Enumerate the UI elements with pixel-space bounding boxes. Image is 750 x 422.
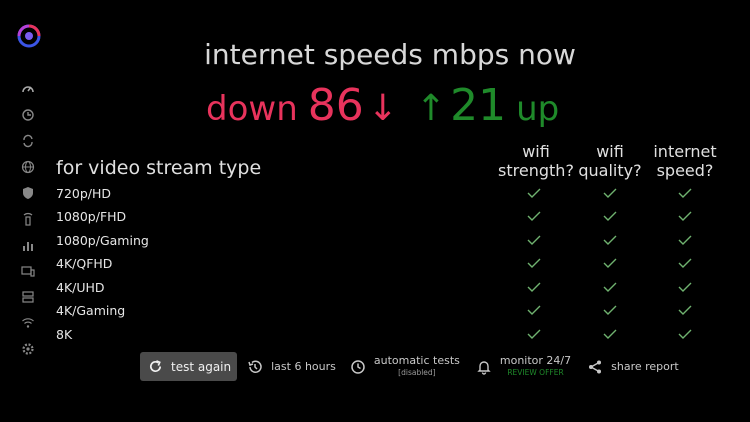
check-icon: [527, 211, 541, 221]
upload-value: 21: [450, 80, 507, 131]
check-icon: [678, 258, 692, 268]
automatic-tests-status: [disabled]: [398, 367, 436, 377]
column-header-wifi-quality: wifi quality?: [578, 142, 642, 180]
wifi-icon[interactable]: [21, 316, 35, 330]
check-icon: [603, 188, 617, 198]
settings-icon[interactable]: [21, 342, 35, 356]
check-icon: [603, 329, 617, 339]
check-icon: [678, 282, 692, 292]
check-icon: [603, 258, 617, 268]
server-icon[interactable]: [21, 290, 35, 304]
review-offer-link[interactable]: REVIEW OFFER: [507, 367, 563, 379]
table-row-label: 4K/Gaming: [56, 303, 126, 318]
share-report-label: share report: [611, 360, 679, 373]
table-row-label: 1080p/Gaming: [56, 233, 149, 248]
check-icon: [678, 305, 692, 315]
table-row-label: 4K/UHD: [56, 280, 105, 295]
check-icon: [603, 211, 617, 221]
monitor-button[interactable]: monitor 24/7 REVIEW OFFER: [476, 353, 572, 379]
table-row-label: 4K/QFHD: [56, 256, 113, 271]
test-again-label: test again: [171, 359, 232, 374]
table-row-label: 720p/HD: [56, 186, 112, 201]
automatic-tests-button[interactable]: automatic tests [disabled]: [350, 353, 460, 379]
last-hours-label: last 6 hours: [271, 360, 336, 373]
download-arrow-icon: ↓: [367, 88, 398, 129]
check-icon: [527, 235, 541, 245]
clock-icon: [351, 359, 365, 374]
clock-history-icon: [248, 360, 262, 373]
automatic-tests-label: automatic tests: [373, 353, 460, 367]
share-icon: [589, 360, 602, 373]
check-icon: [678, 188, 692, 198]
bell-icon: [477, 360, 491, 375]
check-icon: [527, 188, 541, 198]
check-icon: [603, 305, 617, 315]
check-icon: [527, 282, 541, 292]
router-icon[interactable]: [21, 212, 35, 226]
table-subheading: for video stream type: [56, 157, 262, 179]
check-icon: [603, 282, 617, 292]
column-header-internet-speed: internet speed?: [653, 142, 717, 180]
table-row-label: 8K: [56, 327, 73, 342]
devices-icon[interactable]: [21, 264, 35, 278]
globe-icon[interactable]: [21, 160, 35, 174]
download-label: down: [206, 89, 298, 129]
check-icon: [527, 258, 541, 268]
refresh-icon: [149, 360, 162, 373]
history-range-button[interactable]: last 6 hours: [247, 359, 336, 375]
check-icon: [678, 329, 692, 339]
monitor-label: monitor 24/7: [499, 353, 572, 367]
speedometer-icon[interactable]: [21, 82, 35, 96]
table-row-label: 1080p/FHD: [56, 209, 127, 224]
page-title: internet speeds mbps now: [204, 38, 576, 71]
action-toolbar: test again last 6 hours automatic tests …: [140, 352, 679, 381]
download-value: 86: [307, 80, 364, 131]
shield-icon[interactable]: [21, 186, 35, 200]
check-icon: [678, 211, 692, 221]
upload-label: up: [516, 89, 560, 129]
check-icon: [527, 305, 541, 315]
check-icon: [678, 235, 692, 245]
speed-readout: down 86 ↓ ↑ 21 up: [206, 80, 559, 131]
upload-arrow-icon: ↑: [415, 88, 447, 129]
check-icon: [603, 235, 617, 245]
sync-icon[interactable]: [21, 134, 35, 148]
test-again-button[interactable]: test again: [140, 352, 238, 381]
column-header-wifi-strength: wifi strength?: [498, 142, 574, 180]
share-report-button[interactable]: share report: [587, 359, 679, 375]
history-icon[interactable]: [21, 108, 35, 122]
check-icon: [527, 329, 541, 339]
bar-chart-icon[interactable]: [21, 238, 35, 252]
